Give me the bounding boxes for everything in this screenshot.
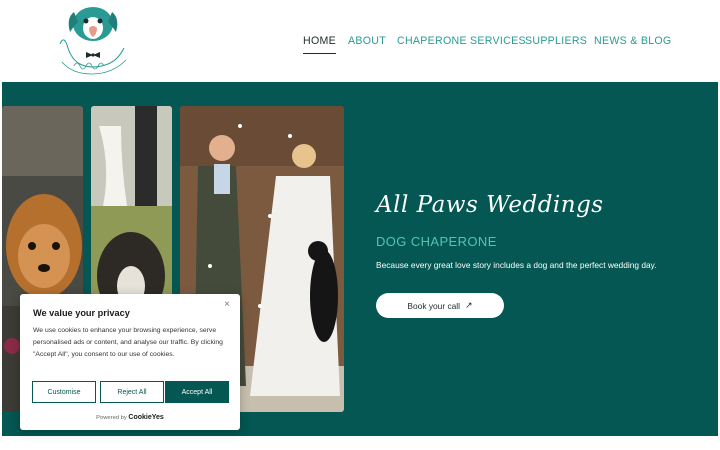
nav-home[interactable]: HOME: [303, 35, 336, 54]
dog-logo-icon: [59, 7, 127, 75]
arrow-up-right-icon: ↗: [465, 300, 473, 310]
powered-by-label: Powered by: [96, 415, 127, 421]
powered-by: Powered by CookieYes: [20, 414, 240, 421]
cookie-title: We value your privacy: [33, 308, 130, 318]
hero-subtitle: DOG CHAPERONE: [376, 234, 497, 249]
customise-button[interactable]: Customise: [32, 381, 96, 403]
accept-all-button[interactable]: Accept All: [165, 381, 229, 403]
cookieyes-logo[interactable]: CookieYes: [128, 414, 163, 421]
cookie-consent-banner: We value your privacy × We use cookies t…: [20, 294, 240, 430]
nav-about[interactable]: ABOUT: [348, 35, 386, 47]
book-call-button[interactable]: Book your call ↗: [376, 293, 504, 318]
nav-chaperone-services[interactable]: CHAPERONE SERVICES: [397, 35, 526, 47]
logo[interactable]: [52, 4, 134, 78]
reject-all-button[interactable]: Reject All: [100, 381, 164, 403]
nav-suppliers[interactable]: SUPPLIERS: [525, 35, 587, 47]
nav-news-blog[interactable]: NEWS & BLOG: [594, 35, 671, 47]
hero-tagline: Because every great love story includes …: [376, 260, 657, 270]
book-call-label: Book your call: [407, 300, 461, 311]
cookie-description: We use cookies to enhance your browsing …: [33, 327, 223, 358]
site-header: HOME ABOUT CHAPERONE SERVICES SUPPLIERS …: [0, 0, 720, 82]
hero-title: All Paws Weddings: [376, 192, 604, 218]
close-icon[interactable]: ×: [224, 299, 230, 310]
